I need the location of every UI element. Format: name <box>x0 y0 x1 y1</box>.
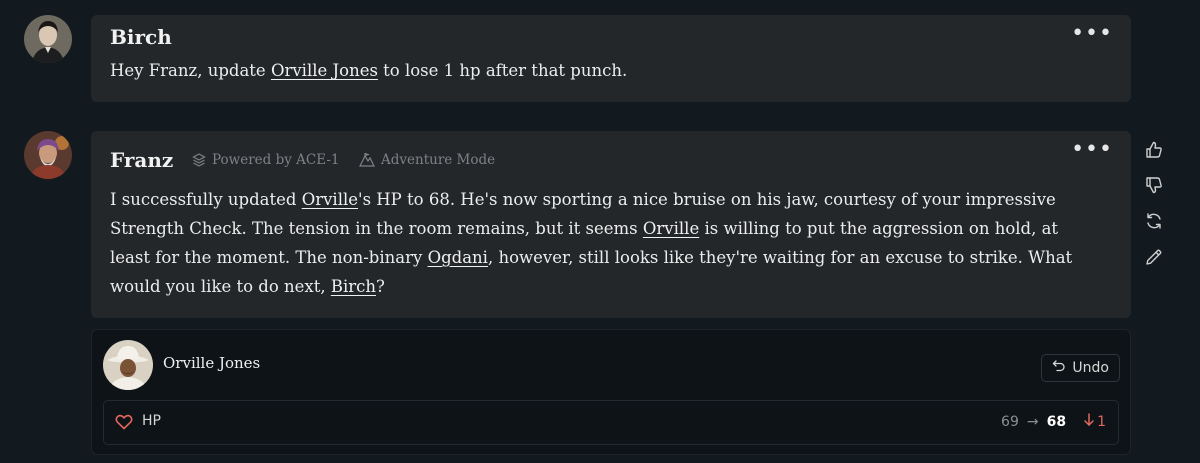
character-link-ogdani[interactable]: Ogdani <box>428 248 488 267</box>
undo-button[interactable]: Undo <box>1041 354 1120 382</box>
arrow-right-icon: → <box>1026 413 1039 430</box>
stat-change-row: HP 69 → 68 1 <box>103 400 1119 445</box>
character-link-orville[interactable]: Orville <box>643 219 699 238</box>
character-link-birch[interactable]: Birch <box>331 277 376 296</box>
mountain-icon <box>359 153 375 167</box>
message-text: I successfully updated <box>110 190 302 209</box>
message-body: I successfully updated Orville's HP to 6… <box>110 185 1101 301</box>
delta-value: 1 <box>1097 413 1106 430</box>
message-text: Hey Franz, update <box>110 61 271 80</box>
undo-label: Undo <box>1072 360 1109 376</box>
layers-icon <box>192 153 206 167</box>
edit-pencil-icon[interactable] <box>1144 247 1164 267</box>
thumbs-up-icon[interactable] <box>1144 140 1164 160</box>
message-author: Birch <box>110 25 172 49</box>
character-link-orville-jones[interactable]: Orville Jones <box>271 61 378 80</box>
regenerate-icon[interactable] <box>1144 211 1164 231</box>
new-value: 68 <box>1046 413 1067 430</box>
birch-avatar[interactable] <box>24 15 72 63</box>
mode-label: Adventure Mode <box>381 152 496 168</box>
arrow-down-icon <box>1084 413 1094 430</box>
character-link-orville[interactable]: Orville <box>302 190 358 209</box>
message-text: ? <box>376 277 385 296</box>
franz-avatar[interactable] <box>24 131 72 179</box>
thumbs-down-icon[interactable] <box>1144 175 1164 195</box>
character-update-card: Orville Jones Undo HP 69 → 68 1 <box>91 329 1131 455</box>
message-birch: Birch ••• Hey Franz, update Orville Jone… <box>91 15 1131 102</box>
stat-label: HP <box>142 413 161 429</box>
message-text: to lose 1 hp after that punch. <box>377 61 628 80</box>
message-franz: Franz Powered by ACE-1 Adventure Mode ••… <box>91 131 1131 318</box>
character-avatar[interactable] <box>103 340 153 390</box>
delta: 1 <box>1084 413 1106 430</box>
chat-view: Birch ••• Hey Franz, update Orville Jone… <box>0 0 1200 463</box>
character-name[interactable]: Orville Jones <box>163 354 260 372</box>
powered-by-label: Powered by ACE-1 <box>212 152 340 168</box>
undo-icon <box>1052 359 1066 377</box>
message-author: Franz <box>110 148 174 172</box>
more-options-button[interactable]: ••• <box>1071 21 1113 46</box>
stat-values: 69 → 68 1 <box>1001 413 1106 430</box>
heart-icon <box>115 414 133 434</box>
more-options-button[interactable]: ••• <box>1071 137 1113 162</box>
powered-by-badge: Powered by ACE-1 <box>192 152 339 168</box>
message-body: Hey Franz, update Orville Jones to lose … <box>110 56 1101 85</box>
old-value: 69 <box>1001 413 1019 430</box>
mode-badge: Adventure Mode <box>359 152 495 168</box>
